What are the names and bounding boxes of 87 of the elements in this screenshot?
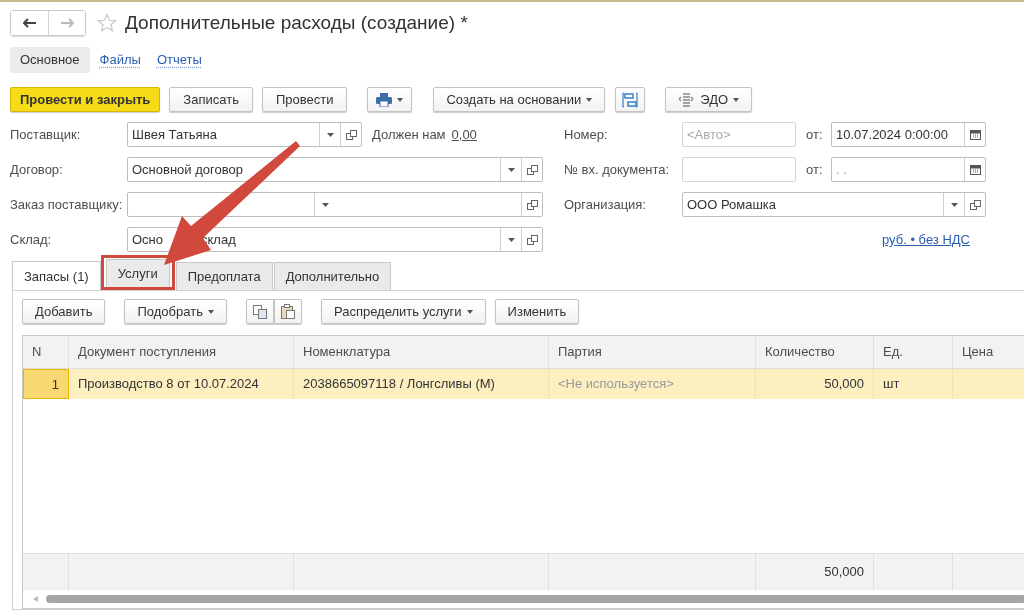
field-label: Организация: xyxy=(563,197,648,212)
field-label: Договор: xyxy=(9,162,64,177)
field-value: Осно xyxy=(132,231,164,249)
toolbar-button[interactable]: Провести xyxy=(261,87,348,112)
open-icon xyxy=(969,199,981,210)
printer-icon xyxy=(376,92,393,107)
edo-button[interactable]: ЭДО xyxy=(665,87,753,112)
caret-icon xyxy=(207,309,214,314)
placeholder: . . xyxy=(835,161,848,179)
star-icon[interactable] xyxy=(97,13,117,33)
caret-icon xyxy=(586,97,593,102)
field-label: Заказ поставщику: xyxy=(9,197,124,212)
section-tab[interactable]: Файлы xyxy=(93,47,147,73)
table-cell: 1 xyxy=(23,369,69,399)
back-button[interactable] xyxy=(11,11,48,35)
section-tab[interactable]: Основное xyxy=(10,47,90,73)
select-field[interactable]: Швея Татьяна xyxy=(127,122,362,147)
table-cell: <Не используется> xyxy=(549,369,756,399)
field-value: Швея Татьяна xyxy=(131,126,219,144)
column-header[interactable]: Ед. xyxy=(874,336,953,368)
scroll-left-icon xyxy=(33,596,38,602)
field-value: ООО Ромашка xyxy=(686,196,778,214)
post-and-close-button[interactable]: Провести и закрыть xyxy=(10,87,161,112)
dropdown-icon xyxy=(507,237,515,242)
currency-link[interactable]: руб. • без НДС xyxy=(882,232,970,247)
field-label: Поставщик: xyxy=(9,127,82,142)
column-header[interactable]: N xyxy=(23,336,69,368)
table-row[interactable]: 1 Производство 8 от 10.07.2024 2038665097118 / Лонгсливы (М) <Не используется> 50,000 шт xyxy=(23,369,1024,399)
table-button[interactable]: Изменить xyxy=(494,299,580,324)
calendar-icon xyxy=(969,129,981,140)
table-cell: 50,000 xyxy=(756,369,874,399)
number-field[interactable] xyxy=(682,157,796,182)
document-exchange-icon xyxy=(678,92,695,107)
table-button[interactable]: Добавить xyxy=(22,299,106,324)
caret-icon xyxy=(733,97,740,102)
table-cell: Производство 8 от 10.07.2024 xyxy=(69,369,294,399)
back-arrow-icon xyxy=(22,18,37,28)
field-label: Номер: xyxy=(563,127,609,142)
tab[interactable]: Услуги xyxy=(105,259,170,287)
field-value: 10.07.2024 0:00:00 xyxy=(835,126,950,144)
column-header[interactable]: Партия xyxy=(549,336,756,368)
paste-button[interactable] xyxy=(273,299,302,324)
column-header[interactable]: Цена xyxy=(953,336,1024,368)
select-field[interactable]: Основной договор xyxy=(127,157,543,182)
menu-button[interactable]: Создать на основании xyxy=(433,87,606,112)
dropdown-icon xyxy=(326,132,334,137)
dropdown-icon xyxy=(507,167,515,172)
date-label: от: xyxy=(805,162,824,177)
tab[interactable]: Предоплата xyxy=(175,262,273,290)
menu-button[interactable]: Распределить услуги xyxy=(320,299,486,324)
debt-label: Должен нам xyxy=(372,127,446,142)
field-value: Основной договор xyxy=(131,161,244,179)
open-icon xyxy=(526,164,538,175)
tab[interactable]: Дополнительно xyxy=(273,262,392,290)
total-cell: 50,000 xyxy=(756,554,874,590)
open-icon xyxy=(526,199,538,210)
column-header[interactable]: Документ поступления xyxy=(69,336,294,368)
dropdown-icon xyxy=(950,202,958,207)
open-icon xyxy=(345,129,357,140)
table-cell: шт xyxy=(874,369,953,399)
field-label: Склад: xyxy=(9,232,53,247)
window-title: Дополнительные расходы (создание) * xyxy=(125,12,468,34)
column-header[interactable]: Количество xyxy=(756,336,874,368)
tab[interactable]: Запасы (1) xyxy=(12,261,101,290)
select-field[interactable] xyxy=(127,192,543,217)
dropdown-icon xyxy=(321,202,329,207)
hierarchy-icon xyxy=(622,91,639,108)
copy-icon xyxy=(252,304,267,319)
toolbar-button[interactable]: Записать xyxy=(169,87,253,112)
date-field[interactable]: 10.07.2024 0:00:00 xyxy=(831,122,986,147)
caret-icon xyxy=(466,309,473,314)
section-tab[interactable]: Отчеты xyxy=(150,47,208,73)
print-button[interactable] xyxy=(367,87,413,112)
date-label: от: xyxy=(805,127,824,142)
calendar-icon xyxy=(969,164,981,175)
column-header[interactable]: Номенклатура xyxy=(294,336,549,368)
forward-arrow-icon xyxy=(60,18,74,28)
menu-button[interactable]: Подобрать xyxy=(124,299,227,324)
clipboard-icon xyxy=(280,304,295,319)
field-label: № вх. документа: xyxy=(563,162,671,177)
debt-link[interactable]: 0,00 xyxy=(451,127,477,142)
caret-icon xyxy=(397,97,404,102)
table-cell: 2038665097118 / Лонгсливы (М) xyxy=(294,369,549,399)
select-field[interactable]: ООО Ромашка xyxy=(682,192,986,217)
open-icon xyxy=(526,234,538,245)
copy-button[interactable] xyxy=(245,299,274,324)
structure-button[interactable] xyxy=(615,87,646,112)
